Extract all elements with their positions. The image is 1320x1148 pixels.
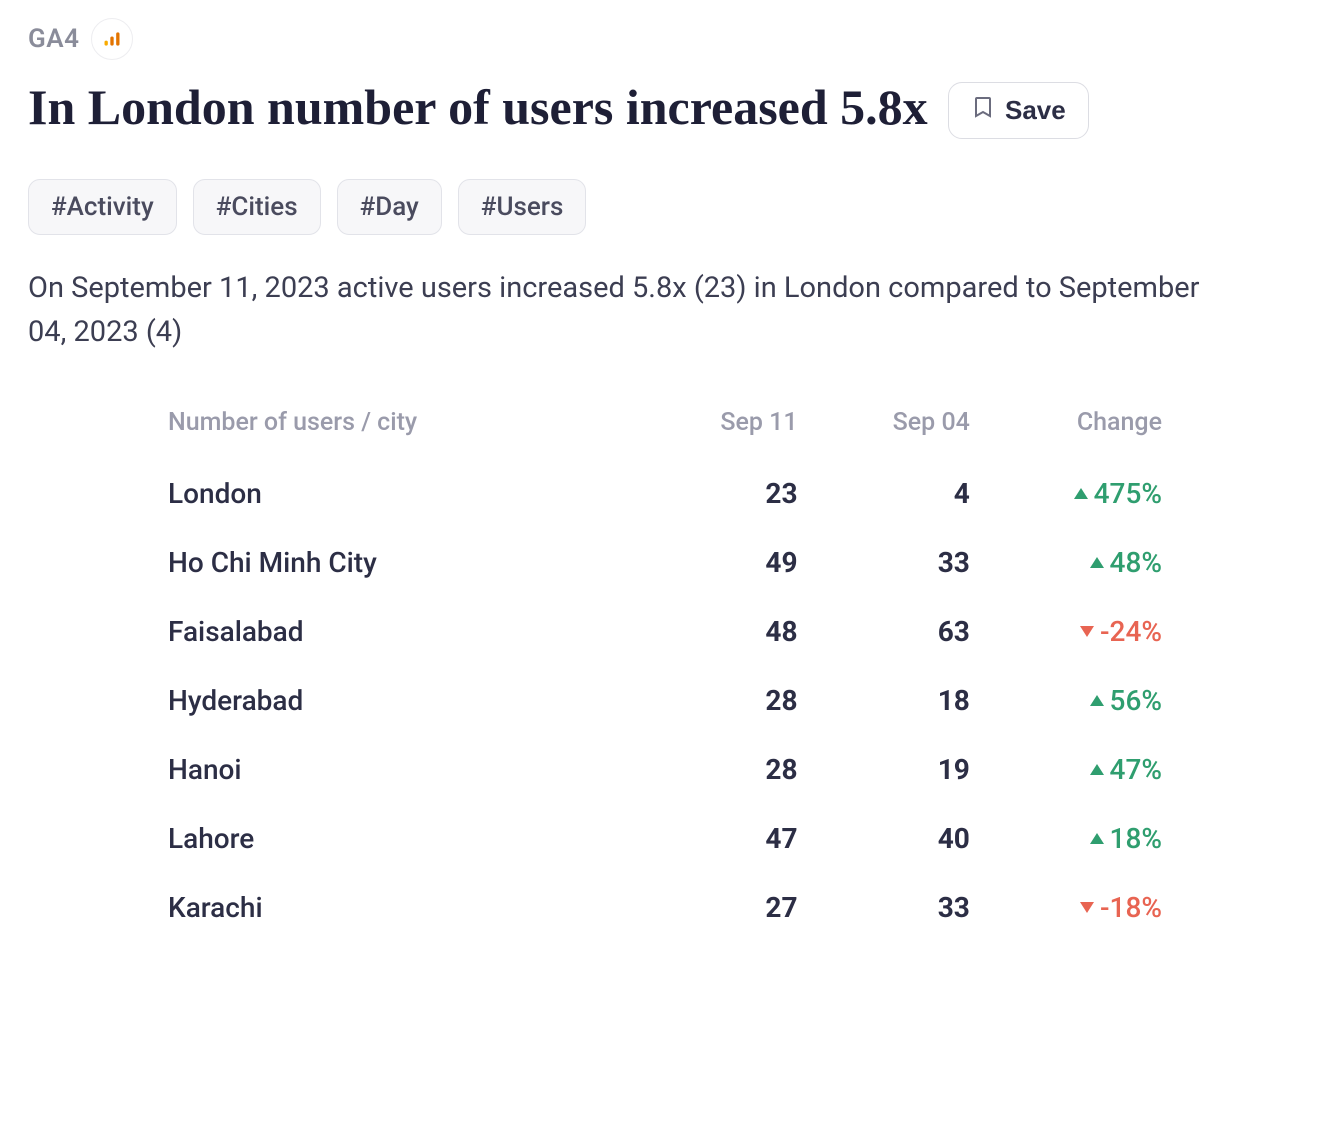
insight-description: On September 11, 2023 active users incre… (28, 267, 1228, 354)
cell-value-1: 48 (635, 597, 807, 666)
table-row: Lahore4740 18% (158, 804, 1172, 873)
breadcrumb: GA4 (28, 18, 1292, 60)
cell-value-2: 33 (808, 873, 980, 942)
change-value: -18% (1100, 891, 1162, 924)
cell-value-2: 33 (808, 528, 980, 597)
change-value: 56% (1110, 684, 1162, 717)
caret-up-icon (1074, 488, 1088, 499)
cell-change: 475% (980, 459, 1172, 528)
cell-city: London (158, 459, 635, 528)
cell-value-2: 19 (808, 735, 980, 804)
cell-value-1: 23 (635, 459, 807, 528)
table-row: Karachi2733 -18% (158, 873, 1172, 942)
cell-city: Lahore (158, 804, 635, 873)
table-row: Hyderabad2818 56% (158, 666, 1172, 735)
change-value: 47% (1110, 753, 1162, 786)
cell-city: Karachi (158, 873, 635, 942)
col-date2: Sep 04 (808, 394, 980, 459)
caret-up-icon (1090, 695, 1104, 706)
cell-value-2: 4 (808, 459, 980, 528)
cell-change: 47% (980, 735, 1172, 804)
cell-change: -18% (980, 873, 1172, 942)
change-value: 48% (1110, 546, 1162, 579)
change-value: -24% (1100, 615, 1162, 648)
bookmark-icon (971, 95, 995, 126)
caret-up-icon (1090, 764, 1104, 775)
breadcrumb-source-label[interactable]: GA4 (28, 24, 79, 54)
tag-activity[interactable]: #Activity (28, 179, 177, 235)
cell-value-1: 49 (635, 528, 807, 597)
table-row: Faisalabad4863 -24% (158, 597, 1172, 666)
ga4-logo-icon (91, 18, 133, 60)
page-title: In London number of users increased 5.8x (28, 76, 928, 139)
cell-value-1: 28 (635, 735, 807, 804)
col-change: Change (980, 394, 1172, 459)
cell-value-2: 63 (808, 597, 980, 666)
cell-change: 56% (980, 666, 1172, 735)
tags-row: #Activity #Cities #Day #Users (28, 179, 1292, 235)
table-row: Ho Chi Minh City4933 48% (158, 528, 1172, 597)
cell-value-2: 18 (808, 666, 980, 735)
tag-day[interactable]: #Day (337, 179, 442, 235)
caret-up-icon (1090, 833, 1104, 844)
save-button[interactable]: Save (948, 82, 1089, 139)
cell-change: 18% (980, 804, 1172, 873)
tag-users[interactable]: #Users (458, 179, 587, 235)
table-row: London234 475% (158, 459, 1172, 528)
cell-city: Hyderabad (158, 666, 635, 735)
cell-city: Ho Chi Minh City (158, 528, 635, 597)
cell-city: Faisalabad (158, 597, 635, 666)
cell-change: -24% (980, 597, 1172, 666)
cell-value-1: 28 (635, 666, 807, 735)
col-metric: Number of users / city (158, 394, 635, 459)
caret-down-icon (1080, 626, 1094, 637)
save-button-label: Save (1005, 95, 1066, 126)
cell-value-2: 40 (808, 804, 980, 873)
change-value: 18% (1110, 822, 1162, 855)
col-date1: Sep 11 (635, 394, 807, 459)
table-row: Hanoi2819 47% (158, 735, 1172, 804)
change-value: 475% (1094, 477, 1162, 510)
cell-change: 48% (980, 528, 1172, 597)
tag-cities[interactable]: #Cities (193, 179, 321, 235)
cell-value-1: 27 (635, 873, 807, 942)
cell-value-1: 47 (635, 804, 807, 873)
caret-up-icon (1090, 557, 1104, 568)
cell-city: Hanoi (158, 735, 635, 804)
caret-down-icon (1080, 902, 1094, 913)
users-by-city-table: Number of users / city Sep 11 Sep 04 Cha… (158, 394, 1172, 942)
